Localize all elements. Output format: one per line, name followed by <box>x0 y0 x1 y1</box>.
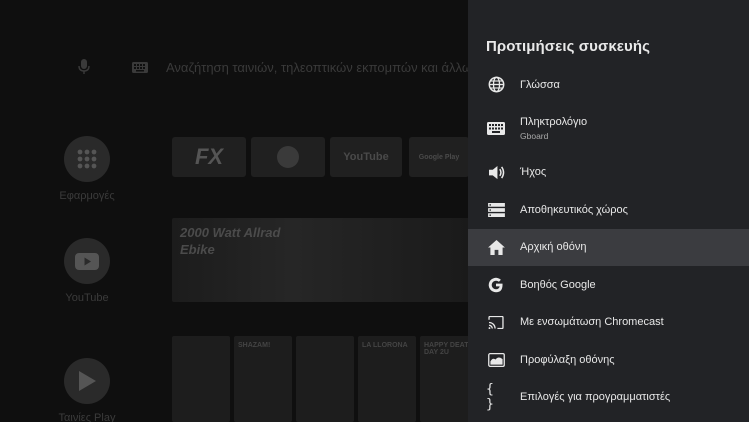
tile-app[interactable] <box>251 137 325 177</box>
search-row: Αναζήτηση ταινιών, τηλεοπτικών εκπομπών … <box>70 52 479 82</box>
poster-title: SHAZAM! <box>238 342 271 349</box>
menu-item-language[interactable]: Γλώσσα <box>468 66 749 104</box>
poster-title: LA LLORONA <box>362 342 408 349</box>
menu-item-label: Επιλογές για προγραμματιστές <box>520 391 671 404</box>
play-movies-icon <box>64 358 110 404</box>
storage-icon <box>486 200 506 220</box>
tile-google-play[interactable]: Google Play <box>409 137 469 177</box>
screensaver-icon <box>486 350 506 370</box>
cast-icon <box>486 312 506 332</box>
microphone-icon[interactable] <box>70 53 98 81</box>
poster[interactable]: LA LLORONA <box>358 336 416 422</box>
google-icon <box>486 275 506 295</box>
poster[interactable] <box>296 336 354 422</box>
menu-item-keyboard[interactable]: Πληκτρολόγιο Gboard <box>468 104 749 154</box>
menu-item-screensaver[interactable]: Προφύλαξη οθόνης <box>468 341 749 379</box>
youtube-icon <box>64 238 110 284</box>
menu-item-label: Με ενσωμάτωση Chromecast <box>520 316 664 329</box>
tile-label: Google Play <box>418 153 460 161</box>
menu-item-label: Πληκτρολόγιο <box>520 116 588 128</box>
side-app-youtube[interactable]: YouTube <box>52 238 122 304</box>
menu-item-sublabel: Gboard <box>520 131 549 141</box>
side-app-apps[interactable]: Εφαρμογές <box>52 136 122 202</box>
menu-item-label: Προφύλαξη οθόνης <box>520 353 615 366</box>
tile-label: FX <box>194 144 224 169</box>
home-icon <box>486 237 506 257</box>
tile-fx[interactable]: FX <box>172 137 246 177</box>
globe-icon <box>486 75 506 95</box>
keyboard-search-icon[interactable] <box>126 53 154 81</box>
side-app-play-movies[interactable]: Ταινίες Play <box>52 358 122 422</box>
side-app-label: Ταινίες Play <box>58 412 116 422</box>
keyboard-icon <box>486 119 506 139</box>
menu-item-google-assistant[interactable]: Βοηθός Google <box>468 266 749 304</box>
poster[interactable] <box>172 336 230 422</box>
device-preferences-panel: Προτιμήσεις συσκευής Γλώσσα Πληκτρολόγιο… <box>468 0 749 422</box>
menu-item-storage[interactable]: Αποθηκευτικός χώρος <box>468 191 749 229</box>
preferences-menu: Γλώσσα Πληκτρολόγιο Gboard Ήχος Αποθηκευ… <box>468 66 749 416</box>
menu-item-label: Γλώσσα <box>520 78 560 91</box>
menu-item-chromecast[interactable]: Με ενσωμάτωση Chromecast <box>468 304 749 342</box>
menu-item-label: Αρχική οθόνη <box>520 241 587 254</box>
speaker-icon <box>486 162 506 182</box>
tile-youtube[interactable]: YouTube <box>330 137 402 177</box>
featured-banner[interactable]: 2000 Watt Allrad Ebike <box>172 218 472 302</box>
side-app-label: YouTube <box>65 292 109 304</box>
side-app-label: Εφαρμογές <box>59 190 115 202</box>
tile-label: YouTube <box>343 151 389 163</box>
search-placeholder[interactable]: Αναζήτηση ταινιών, τηλεοπτικών εκπομπών … <box>166 60 479 75</box>
app-logo-icon <box>277 146 299 168</box>
menu-item-label: Ήχος <box>520 166 547 179</box>
poster[interactable]: SHAZAM! <box>234 336 292 422</box>
developer-braces-icon: { } <box>486 382 495 413</box>
menu-item-label: Βοηθός Google <box>520 278 596 291</box>
menu-item-label: Αποθηκευτικός χώρος <box>520 203 628 216</box>
menu-item-sound[interactable]: Ήχος <box>468 154 749 192</box>
apps-grid-icon <box>64 136 110 182</box>
banner-title: 2000 Watt Allrad Ebike <box>180 225 281 257</box>
panel-title: Προτιμήσεις συσκευής <box>486 38 651 55</box>
menu-item-developer-options[interactable]: { } Επιλογές για προγραμματιστές <box>468 379 749 417</box>
menu-item-home-screen[interactable]: Αρχική οθόνη <box>468 228 749 266</box>
